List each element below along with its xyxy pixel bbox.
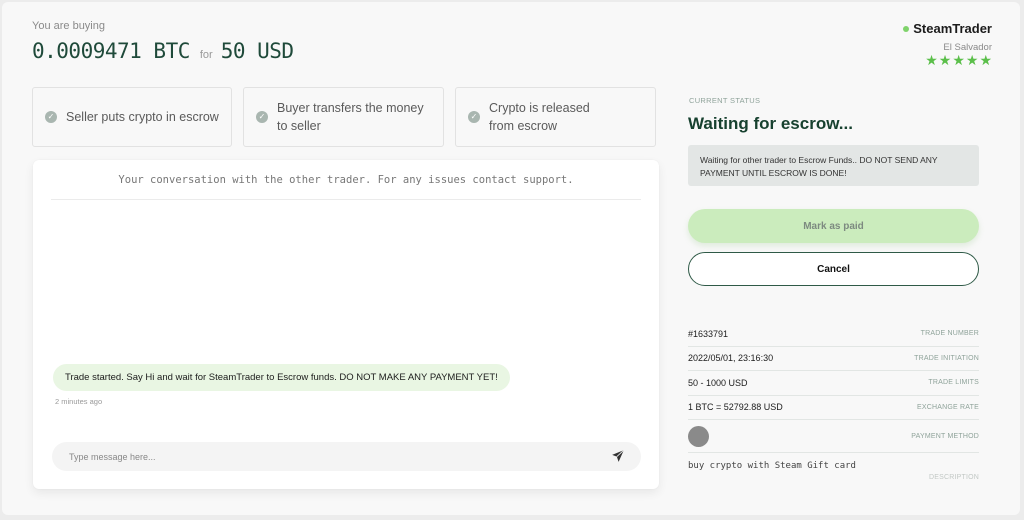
detail-row-exchange-rate: 1 BTC = 52792.88 USD EXCHANGE RATE xyxy=(688,396,979,420)
payment-method-key: PAYMENT METHOD xyxy=(911,432,979,440)
chat-divider xyxy=(51,199,641,200)
check-circle-icon: ✓ xyxy=(45,111,57,123)
buying-amount: 0.0009471 BTC for 50 USD xyxy=(32,39,294,63)
detail-row-trade-initiation: 2022/05/01, 23:16:30 TRADE INITIATION xyxy=(688,347,979,371)
trade-initiation-key: TRADE INITIATION xyxy=(914,354,979,362)
status-title: Waiting for escrow... xyxy=(688,114,853,133)
detail-row-payment-method: PAYMENT METHOD xyxy=(688,420,979,453)
buying-label: You are buying xyxy=(32,20,105,32)
description-value: buy crypto with Steam Gift card xyxy=(688,461,856,471)
detail-row-trade-limits: 50 - 1000 USD TRADE LIMITS xyxy=(688,371,979,396)
step-seller-escrow: ✓ Seller puts crypto in escrow xyxy=(32,87,232,147)
status-warning: Waiting for other trader to Escrow Funds… xyxy=(688,145,979,186)
exchange-rate-key: EXCHANGE RATE xyxy=(917,403,979,411)
star-icon: ★ xyxy=(952,52,965,68)
trade-details: #1633791 TRADE NUMBER 2022/05/01, 23:16:… xyxy=(688,322,979,481)
trader-info: SteamTrader El Salvador ★ ★ ★ ★ ★ xyxy=(903,21,992,67)
trade-page: You are buying 0.0009471 BTC for 50 USD … xyxy=(2,2,1020,515)
check-circle-icon: ✓ xyxy=(468,111,480,123)
crypto-amount: 0.0009471 BTC xyxy=(32,39,190,63)
trade-limits-value: 50 - 1000 USD xyxy=(688,377,748,388)
chat-message: Trade started. Say Hi and wait for Steam… xyxy=(53,364,510,391)
trade-number-value: #1633791 xyxy=(688,328,729,339)
for-label: for xyxy=(199,49,213,61)
step-label: Crypto is released from escrow xyxy=(489,101,590,133)
exchange-rate-value: 1 BTC = 52792.88 USD xyxy=(688,402,783,413)
step-label: Buyer transfers the money to seller xyxy=(277,101,424,133)
chat-panel: Your conversation with the other trader.… xyxy=(33,160,659,489)
payment-method-icon xyxy=(688,425,709,447)
star-icon: ★ xyxy=(979,52,992,68)
current-status-label: CURRENT STATUS xyxy=(689,96,761,105)
send-icon xyxy=(612,449,625,462)
step-label: Seller puts crypto in escrow xyxy=(66,110,219,124)
star-icon: ★ xyxy=(965,52,979,68)
trader-name-row[interactable]: SteamTrader xyxy=(903,21,992,36)
send-button[interactable] xyxy=(611,449,627,465)
trade-limits-key: TRADE LIMITS xyxy=(928,379,979,387)
star-icon: ★ xyxy=(925,52,938,68)
mark-as-paid-button[interactable]: Mark as paid xyxy=(688,209,979,243)
message-input[interactable] xyxy=(52,442,641,471)
chat-header: Your conversation with the other trader.… xyxy=(118,174,574,186)
trader-name[interactable]: SteamTrader xyxy=(913,21,992,36)
description-key: DESCRIPTION xyxy=(928,474,979,481)
step-crypto-released: ✓ Crypto is released from escrow xyxy=(455,87,656,147)
escrow-steps: ✓ Seller puts crypto in escrow ✓ Buyer t… xyxy=(32,87,656,147)
online-status-icon xyxy=(903,25,910,32)
star-icon: ★ xyxy=(938,52,952,68)
step-buyer-transfer: ✓ Buyer transfers the money to seller xyxy=(243,87,444,147)
fiat-amount: 50 USD xyxy=(220,39,294,63)
detail-row-trade-number: #1633791 TRADE NUMBER xyxy=(688,322,979,347)
check-circle-icon: ✓ xyxy=(256,111,268,123)
trade-number-key: TRADE NUMBER xyxy=(920,330,979,338)
message-timestamp: 2 minutes ago xyxy=(55,397,103,406)
trader-rating: ★ ★ ★ ★ ★ xyxy=(903,53,992,67)
cancel-button[interactable]: Cancel xyxy=(688,252,979,286)
trade-initiation-value: 2022/05/01, 23:16:30 xyxy=(688,353,774,364)
